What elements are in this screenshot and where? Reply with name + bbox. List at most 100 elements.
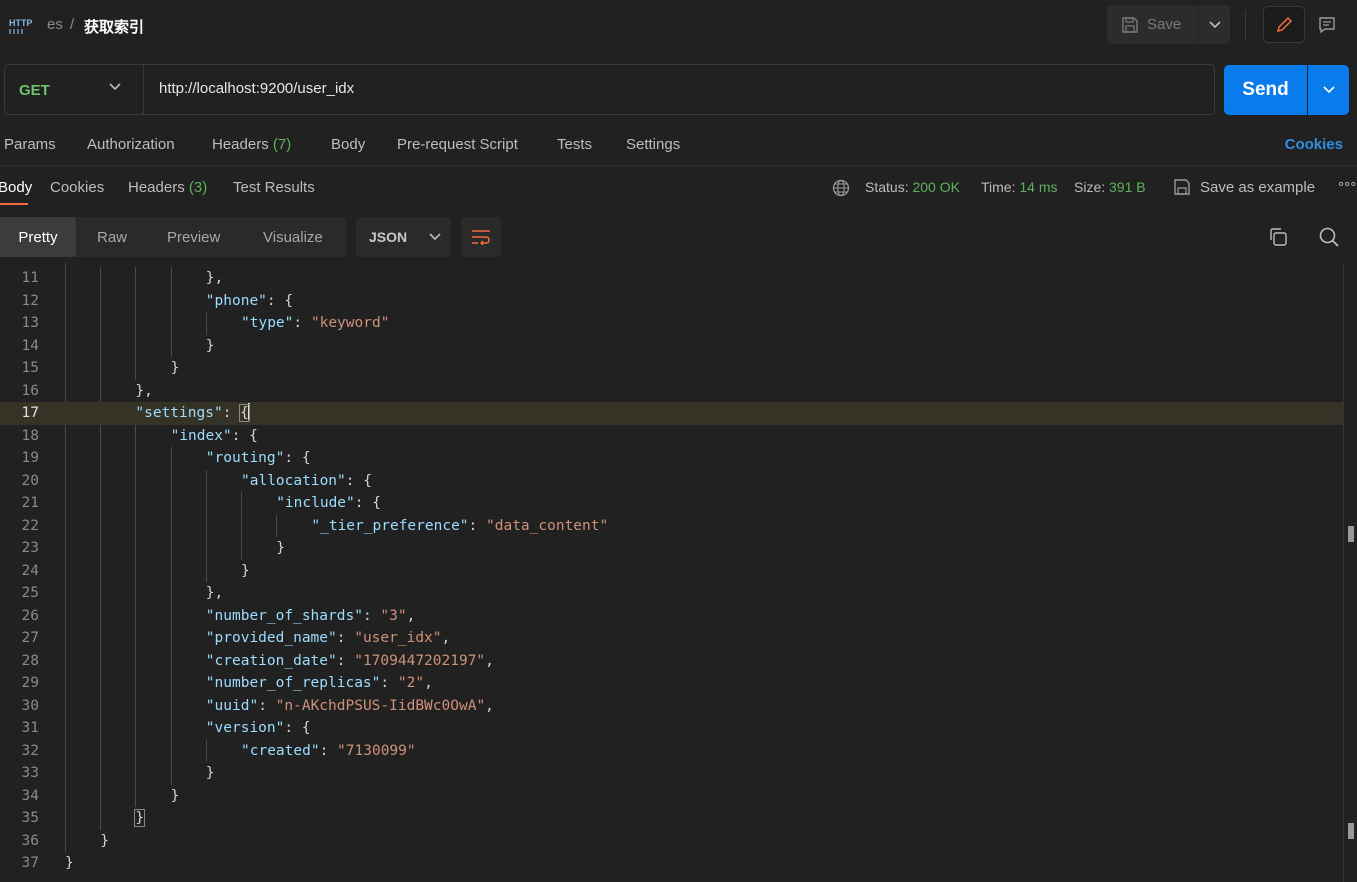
code-token: "provided_name" [205,630,337,646]
code-token: } [205,765,215,781]
code-token: , [406,607,416,624]
line-number: 25 [21,585,39,601]
format-select[interactable]: JSON [356,217,451,257]
line-number: 31 [21,720,39,736]
code-token: : { [284,450,311,466]
line-number: 23 [21,540,39,556]
code-token: , [485,652,494,669]
code-line: 25}, [0,582,1343,605]
top-bar: HTTP es / 获取索引 Save [0,0,1357,52]
code-token: "number_of_shards" [205,607,363,624]
send-dropdown-button[interactable] [1308,65,1349,115]
code-line: 36} [0,830,1343,853]
status-value: 200 OK [912,179,960,195]
globe-icon[interactable] [832,179,850,197]
code-line: 30 "uuid": "n-AKchdPSUS-IidBWc0OwA", [0,695,1343,718]
code-text: "type": "keyword" [241,312,389,335]
view-visualize[interactable]: Visualize [263,217,323,257]
line-number: 15 [21,360,39,376]
wrap-lines-button[interactable] [461,217,501,257]
response-tab-test-results[interactable]: Test Results [233,179,315,196]
line-number: 26 [21,607,39,624]
code-text: } [206,335,215,358]
tab-headers-label: Headers [212,136,269,153]
code-text: "phone": { [206,290,293,313]
code-text: }, [135,380,152,403]
comments-button[interactable] [1307,6,1347,43]
view-preview[interactable]: Preview [167,217,220,257]
code-token: : { [284,720,311,736]
save-as-example-button[interactable]: Save as example [1200,179,1315,196]
line-number: 36 [21,832,39,849]
code-line: 14} [0,335,1343,358]
search-icon[interactable] [1318,226,1340,248]
save-button[interactable]: Save [1107,5,1198,44]
code-token: : { [231,427,258,444]
size-readout: Size: 391 B [1074,179,1146,195]
size-label: Size: [1074,179,1106,195]
chevron-down-icon[interactable] [109,83,121,91]
code-text: "settings": { [135,402,250,425]
code-line: 13 "type": "keyword" [0,312,1343,335]
send-button[interactable]: Send [1224,65,1307,115]
copy-icon[interactable] [1268,227,1288,247]
code-token: "_tier_preference" [311,517,469,534]
more-options-icon[interactable]: ∘∘∘ [1337,176,1357,192]
edit-mode-button[interactable] [1263,6,1305,43]
url-input[interactable] [159,80,1159,97]
code-token: "routing" [205,450,285,466]
tab-prerequest-script[interactable]: Pre-request Script [397,136,518,153]
format-select-value: JSON [369,229,408,245]
code-text: "provided_name": "user_idx", [206,627,450,650]
view-pretty[interactable]: Pretty [0,217,76,257]
line-number: 17 [21,405,39,421]
scrollbar-thumb[interactable] [1348,526,1354,542]
response-body-editor[interactable]: 11}, 12 "phone": {13 "type": "keyword" 14} 15… [0,263,1357,882]
tab-authorization[interactable]: Authorization [87,136,175,153]
code-token: : [336,652,355,669]
code-text: "routing": { [206,447,311,470]
code-token: : [222,405,241,421]
code-text: } [206,762,215,785]
line-number: 21 [21,495,39,511]
save-dropdown-button[interactable] [1199,5,1230,44]
method-select[interactable]: GET [19,82,50,99]
code-line: 11}, [0,267,1343,290]
line-number: 32 [21,742,39,759]
tab-settings[interactable]: Settings [626,136,680,153]
code-token: : [336,630,355,646]
response-tab-body[interactable]: Body [0,179,32,196]
code-token: }, [205,585,224,601]
cookies-link[interactable]: Cookies [1285,136,1343,153]
save-icon [1122,16,1138,33]
response-headers-count-badge: (3) [188,179,208,196]
code-text: "number_of_shards": "3", [206,605,416,628]
code-text: "_tier_preference": "data_content" [311,515,608,538]
code-line: 27 "provided_name": "user_idx", [0,627,1343,650]
view-raw[interactable]: Raw [97,217,127,257]
tab-headers[interactable]: Headers (7) [212,136,291,153]
line-number: 29 [21,675,39,691]
request-title[interactable]: 获取索引 [84,16,144,37]
code-token: "settings" [135,405,223,421]
tab-body[interactable]: Body [331,136,365,153]
response-tabs: Body Cookies Headers (3) Test Results St… [0,175,1357,205]
code-line: 16}, [0,380,1343,403]
code-line: 26 "number_of_shards": "3", [0,605,1343,628]
chevron-down-icon [1208,20,1221,28]
text-cursor [247,403,250,420]
code-line: 22 "_tier_preference": "data_content" [0,515,1343,538]
response-tab-headers[interactable]: Headers (3) [128,179,207,196]
active-tab-indicator [0,203,28,205]
code-text: } [171,357,180,380]
code-line: 17 "settings": { [0,402,1343,425]
code-line: 31 "version": { [0,717,1343,740]
code-token: : [319,742,338,759]
code-line: 37} [0,852,1343,875]
breadcrumb-collection[interactable]: es [47,16,63,33]
vertical-scrollbar[interactable] [1343,263,1357,882]
tab-tests[interactable]: Tests [557,136,592,153]
tab-params[interactable]: Params [4,136,56,153]
response-tab-cookies[interactable]: Cookies [50,179,104,196]
code-text: }, [206,267,223,290]
